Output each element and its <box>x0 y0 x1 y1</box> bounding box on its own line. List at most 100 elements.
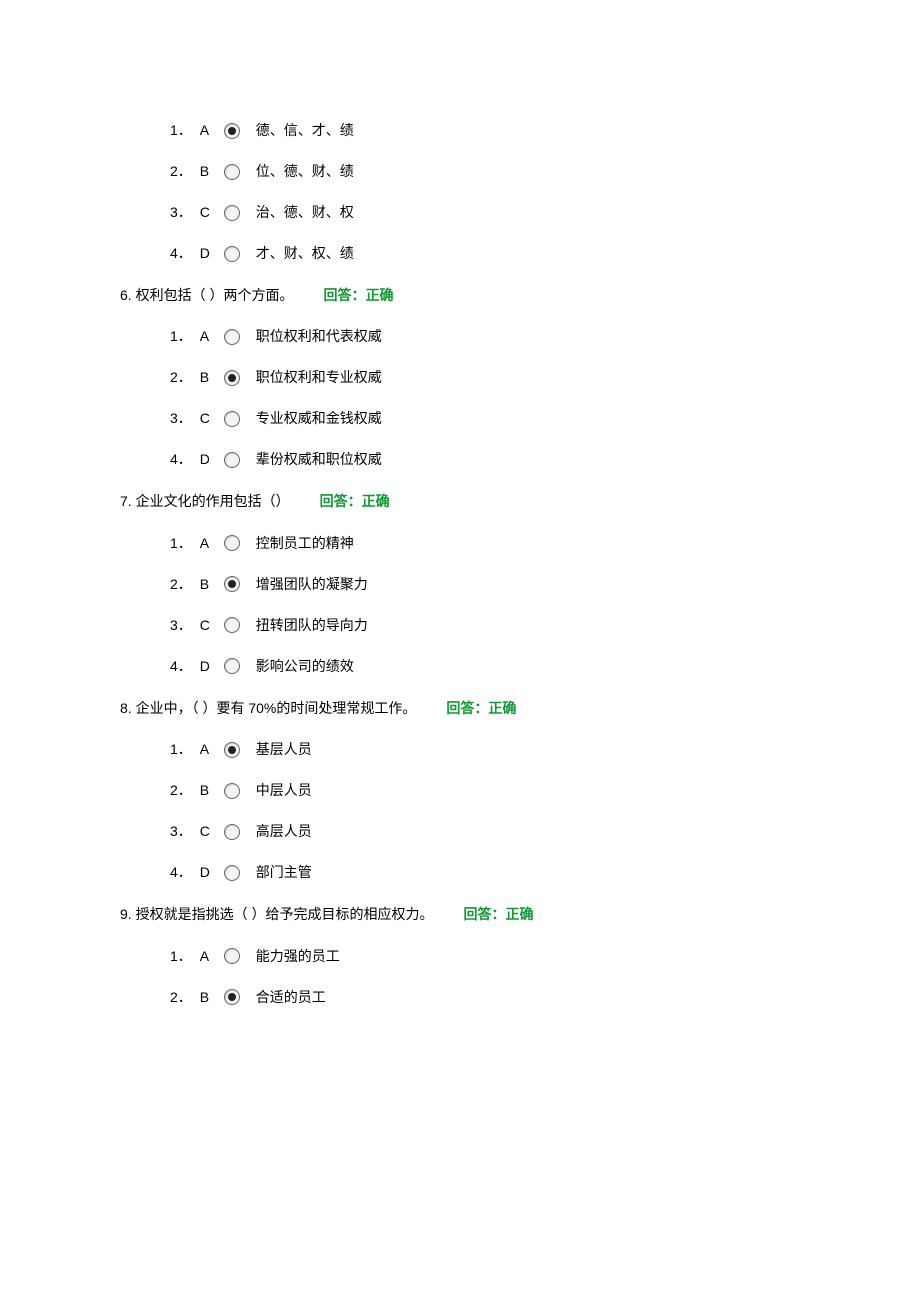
option-text: 部门主管 <box>256 862 312 883</box>
question-number: 8. <box>120 700 132 716</box>
option-text: 高层人员 <box>256 821 312 842</box>
option-letter: A <box>200 326 214 347</box>
question-row: 6. 权利包括（ ）两个方面。回答：正确 <box>120 284 800 306</box>
option-letter: C <box>200 202 214 223</box>
radio-icon[interactable] <box>224 205 240 221</box>
option-row[interactable]: 4． D 才、财、权、绩 <box>170 243 800 264</box>
option-letter: A <box>200 946 214 967</box>
option-row[interactable]: 4． D 影响公司的绩效 <box>170 656 800 677</box>
option-letter: A <box>200 739 214 760</box>
option-letter: D <box>200 449 214 470</box>
option-row[interactable]: 3． C 治、德、财、权 <box>170 202 800 223</box>
option-number: 3． <box>170 202 192 223</box>
option-row[interactable]: 1．A基层人员 <box>170 739 800 760</box>
option-row[interactable]: 4． D 部门主管 <box>170 862 800 883</box>
radio-icon[interactable] <box>224 452 240 468</box>
option-row[interactable]: 1． A 德、信、才、绩 <box>170 120 800 141</box>
radio-icon[interactable] <box>224 783 240 799</box>
option-letter: A <box>200 533 214 554</box>
option-row[interactable]: 2． B 合适的员工 <box>170 987 800 1008</box>
option-number: 2． <box>170 161 192 182</box>
option-text: 中层人员 <box>256 780 312 801</box>
option-row[interactable]: 2． B 中层人员 <box>170 780 800 801</box>
question-text: 企业中，（ ）要有 70%的时间处理常规工作。 <box>136 700 417 716</box>
question-row: 8. 企业中，（ ）要有 70%的时间处理常规工作。 回答：正确 <box>120 697 800 719</box>
option-number: 3． <box>170 408 192 429</box>
radio-icon[interactable] <box>224 164 240 180</box>
option-text: 职位权利和专业权威 <box>256 367 382 388</box>
document-root: 1． A 德、信、才、绩 2． B 位、德、财、绩 3． C 治、德、财、权 4． D 才、财、权、绩… <box>0 0 920 1088</box>
question-row: 9. 授权就是指挑选（ ）给予完成目标的相应权力。回答：正确 <box>120 903 800 925</box>
option-number: 4． <box>170 243 192 264</box>
option-text: 才、财、权、绩 <box>256 243 354 264</box>
option-number: 4． <box>170 862 192 883</box>
option-number: 3． <box>170 615 192 636</box>
option-row[interactable]: 1． A 能力强的员工 <box>170 946 800 967</box>
radio-icon[interactable] <box>224 246 240 262</box>
question-number: 9. <box>120 906 132 922</box>
option-row[interactable]: 4． D 辈份权威和职位权威 <box>170 449 800 470</box>
option-row[interactable]: 1． A 控制员工的精神 <box>170 533 800 554</box>
option-letter: B <box>200 987 214 1008</box>
option-number: 2． <box>170 780 192 801</box>
radio-icon[interactable] <box>224 658 240 674</box>
radio-icon[interactable] <box>224 742 240 758</box>
option-number: 1． <box>170 533 192 554</box>
radio-icon[interactable] <box>224 535 240 551</box>
radio-icon[interactable] <box>224 865 240 881</box>
option-letter: D <box>200 243 214 264</box>
answer-feedback: 回答：正确 <box>320 493 390 509</box>
option-number: 2． <box>170 367 192 388</box>
option-number: 1． <box>170 326 192 347</box>
radio-icon[interactable] <box>224 948 240 964</box>
option-number: 2． <box>170 574 192 595</box>
question-number: 7. <box>120 493 132 509</box>
option-row[interactable]: 2． B 位、德、财、绩 <box>170 161 800 182</box>
question-row: 7. 企业文化的作用包括（） 回答：正确 <box>120 490 800 512</box>
option-text: 专业权威和金钱权威 <box>256 408 382 429</box>
option-row[interactable]: 3．C扭转团队的导向力 <box>170 615 800 636</box>
option-letter: D <box>200 862 214 883</box>
option-text: 能力强的员工 <box>256 946 340 967</box>
radio-icon[interactable] <box>224 411 240 427</box>
option-row[interactable]: 3． C 专业权威和金钱权威 <box>170 408 800 429</box>
option-letter: B <box>200 161 214 182</box>
option-text: 扭转团队的导向力 <box>256 615 368 636</box>
option-letter: B <box>200 574 214 595</box>
option-number: 4． <box>170 449 192 470</box>
radio-icon[interactable] <box>224 989 240 1005</box>
option-row[interactable]: 1． A 职位权利和代表权威 <box>170 326 800 347</box>
option-text: 德、信、才、绩 <box>256 120 354 141</box>
radio-icon[interactable] <box>224 824 240 840</box>
question-number: 6. <box>120 287 132 303</box>
option-text: 职位权利和代表权威 <box>256 326 382 347</box>
question-text: 授权就是指挑选（ ）给予完成目标的相应权力。 <box>136 906 434 922</box>
answer-feedback: 回答：正确 <box>446 700 516 716</box>
option-number: 1． <box>170 120 192 141</box>
question-text: 权利包括（ ）两个方面。 <box>136 287 294 303</box>
option-row[interactable]: 2．B增强团队的凝聚力 <box>170 574 800 595</box>
option-text: 治、德、财、权 <box>256 202 354 223</box>
radio-icon[interactable] <box>224 617 240 633</box>
option-letter: C <box>200 408 214 429</box>
radio-icon[interactable] <box>224 370 240 386</box>
option-number: 4． <box>170 656 192 677</box>
option-text: 辈份权威和职位权威 <box>256 449 382 470</box>
question-text: 企业文化的作用包括（） <box>136 493 290 509</box>
radio-icon[interactable] <box>224 576 240 592</box>
radio-icon[interactable] <box>224 123 240 139</box>
option-text: 控制员工的精神 <box>256 533 354 554</box>
option-row[interactable]: 2． B 职位权利和专业权威 <box>170 367 800 388</box>
option-text: 位、德、财、绩 <box>256 161 354 182</box>
option-text: 基层人员 <box>256 739 312 760</box>
option-text: 影响公司的绩效 <box>256 656 354 677</box>
option-letter: B <box>200 367 214 388</box>
option-text: 合适的员工 <box>256 987 326 1008</box>
option-letter: D <box>200 656 214 677</box>
radio-icon[interactable] <box>224 329 240 345</box>
option-number: 2． <box>170 987 192 1008</box>
option-number: 1． <box>170 946 192 967</box>
option-letter: B <box>200 780 214 801</box>
option-row[interactable]: 3．C高层人员 <box>170 821 800 842</box>
option-letter: A <box>200 120 214 141</box>
